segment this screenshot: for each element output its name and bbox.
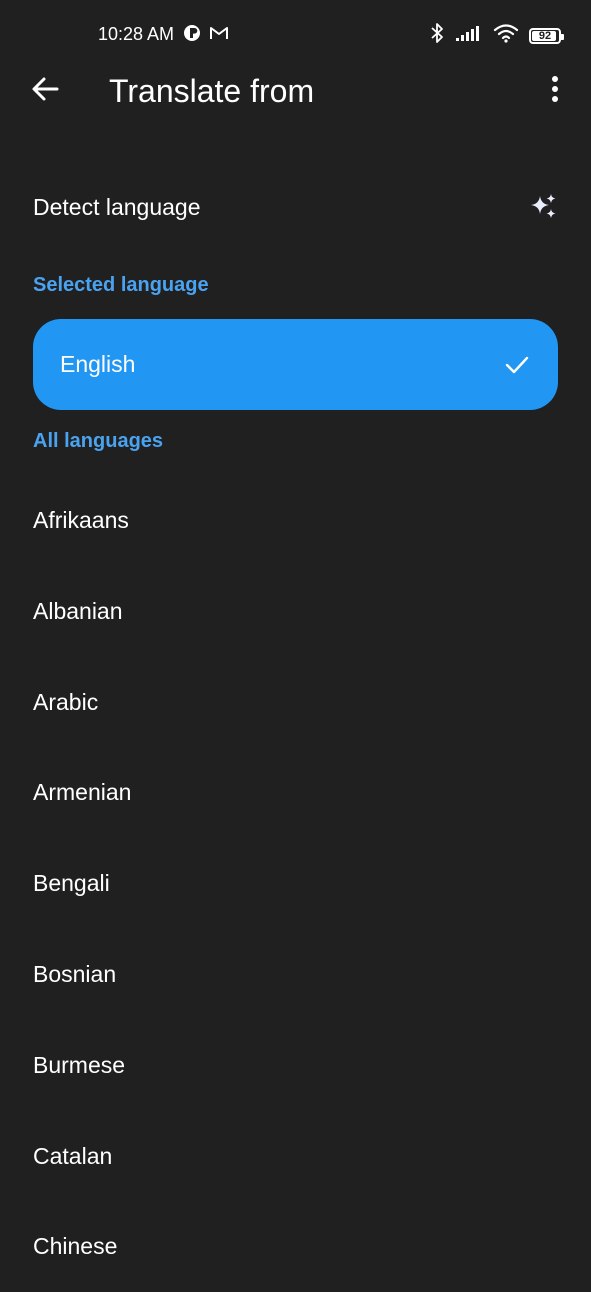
language-item[interactable]: Armenian [0,747,591,838]
back-button[interactable] [26,72,64,110]
more-options-button[interactable] [539,72,571,110]
detect-language-option[interactable]: Detect language [0,170,591,246]
language-item[interactable]: Afrikaans [0,475,591,566]
detect-language-label: Detect language [33,194,201,220]
status-bar: 10:28 AM 92 [0,0,591,68]
language-label: Chinese [33,1233,118,1260]
language-item[interactable]: Albanian [0,566,591,657]
language-label: Catalan [33,1142,113,1169]
check-icon [504,352,530,378]
signal-icon [455,24,483,47]
arrow-back-icon [31,75,59,108]
sparkle-icon [529,192,559,222]
status-notification-icons [183,24,229,47]
selected-language-header: Selected language [33,274,209,296]
wifi-icon [493,23,519,48]
language-label: Arabic [33,688,99,715]
battery-icon: 92 [529,27,564,44]
bluetooth-icon [429,22,445,49]
gmail-icon [209,25,229,46]
battery-percent: 92 [538,29,552,42]
language-label: Bosnian [33,960,117,987]
all-languages-header: All languages [33,430,164,452]
language-item[interactable]: Bosnian [0,929,591,1020]
language-item[interactable]: Chinese [0,1201,591,1292]
language-list: Afrikaans Albanian Arabic Armenian Benga… [0,475,591,1292]
language-item[interactable]: Arabic [0,657,591,748]
language-label: Armenian [33,779,132,806]
pinterest-like-icon [183,24,201,47]
selected-language-label: English [60,351,136,377]
language-item[interactable]: Catalan [0,1111,591,1202]
status-time: 10:28 AM [98,24,175,44]
page-title: Translate from [109,73,315,109]
status-system-icons: 92 [429,22,564,49]
selected-language-item[interactable]: English [33,319,558,410]
language-label: Afrikaans [33,507,129,533]
app-bar: Translate from [0,68,591,114]
language-label: Bengali [33,870,110,897]
language-item[interactable]: Bengali [0,838,591,929]
language-item[interactable]: Burmese [0,1020,591,1111]
language-label: Albanian [33,597,123,624]
more-vert-icon [551,75,559,108]
language-label: Burmese [33,1051,126,1078]
